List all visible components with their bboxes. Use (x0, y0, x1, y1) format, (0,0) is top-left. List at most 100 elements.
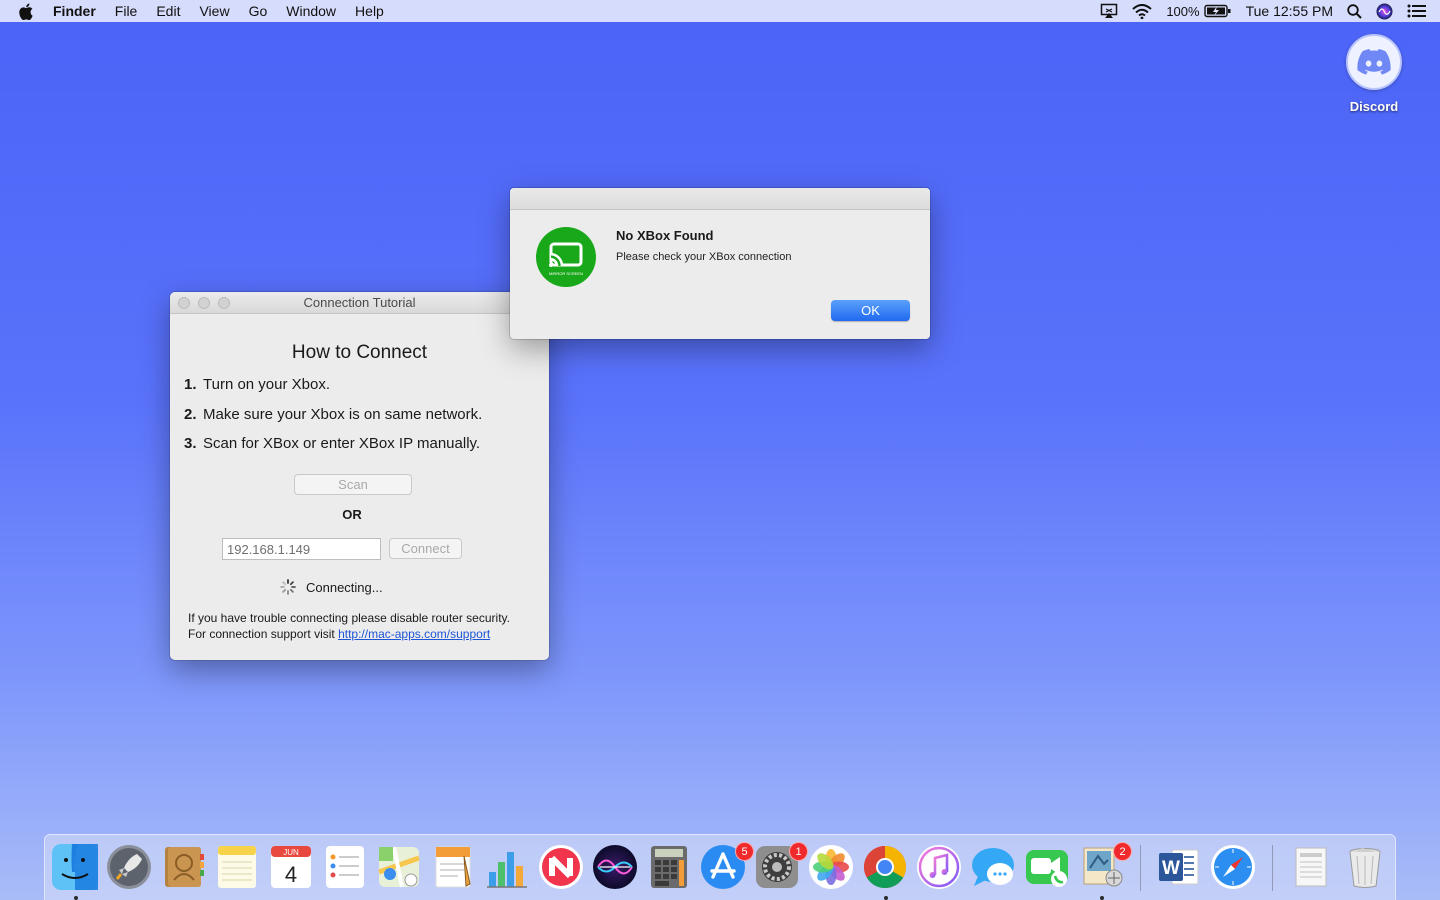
airplay-icon[interactable] (1100, 3, 1118, 19)
finder-icon (52, 844, 98, 890)
notification-badge: 5 (735, 842, 754, 861)
dock-numbers[interactable] (484, 844, 532, 892)
music-icon (916, 844, 962, 890)
help-line-1: If you have trouble connecting please di… (188, 611, 510, 625)
launchpad-icon (106, 844, 152, 890)
calculator-icon (646, 844, 692, 890)
dock-contacts[interactable] (160, 844, 208, 892)
status-text: Connecting... (306, 579, 383, 595)
dock-finder[interactable] (52, 844, 100, 900)
window-controls (178, 297, 238, 309)
dock-messages[interactable] (970, 844, 1018, 892)
menu-bar: Finder File Edit View Go Window Help 100… (0, 0, 1440, 22)
desktop-icon-discord[interactable]: Discord (1338, 34, 1410, 114)
menu-window[interactable]: Window (286, 3, 336, 19)
ip-address-input[interactable]: 192.168.1.149 (222, 538, 381, 560)
dock-calendar[interactable]: JUN 4 (268, 844, 316, 892)
mirror-screen-app-icon: MIRROR SCREEN (536, 227, 596, 287)
steps-list: 1. Turn on your Xbox. 2. Make sure your … (184, 376, 549, 465)
wifi-icon[interactable] (1132, 3, 1152, 19)
siri-app-icon (592, 844, 638, 890)
running-indicator (884, 896, 888, 900)
list-item: 1. Turn on your Xbox. (184, 376, 549, 406)
menu-view[interactable]: View (199, 3, 229, 19)
step-text: Scan for XBox or enter XBox IP manually. (203, 435, 481, 452)
dock-app-store[interactable]: 5 (700, 842, 754, 892)
siri-icon[interactable] (1376, 3, 1393, 20)
trash-icon (1342, 844, 1388, 890)
menu-file[interactable]: File (115, 3, 138, 19)
news-icon (538, 844, 584, 890)
running-indicator (1100, 896, 1104, 900)
menu-finder[interactable]: Finder (53, 3, 96, 19)
discord-icon (1346, 34, 1402, 90)
chrome-icon (862, 844, 908, 890)
step-number: 1. (184, 376, 197, 393)
ok-button[interactable]: OK (831, 300, 910, 321)
menubar-clock[interactable]: Tue 12:55 PM (1246, 3, 1333, 19)
dock-pages[interactable] (430, 844, 478, 892)
help-line-2: For connection support visit http://mac-… (188, 626, 510, 642)
dock-word[interactable]: W (1156, 844, 1204, 892)
help-text: If you have trouble connecting please di… (188, 610, 510, 642)
dock-trash[interactable] (1342, 844, 1390, 892)
menu-edit[interactable]: Edit (156, 3, 180, 19)
zoom-button[interactable] (218, 297, 230, 309)
battery-percentage: 100% (1166, 3, 1200, 19)
dock-system-preferences[interactable]: 1 (754, 842, 808, 892)
contacts-icon (160, 844, 206, 890)
notification-center-icon[interactable] (1407, 4, 1426, 18)
reminders-icon (322, 844, 368, 890)
alert-title: No XBox Found (616, 228, 714, 243)
spinner-icon (280, 579, 296, 595)
dock-maps[interactable] (376, 844, 424, 892)
dock-news[interactable] (538, 844, 586, 892)
messages-icon (970, 844, 1016, 890)
apple-menu-icon[interactable] (19, 3, 37, 20)
notes-icon (214, 844, 260, 890)
calendar-day: 4 (285, 862, 297, 887)
notification-badge: 2 (1113, 842, 1132, 861)
dock-safari[interactable] (1210, 844, 1258, 892)
dock-separator (1272, 845, 1273, 891)
or-separator: OR (342, 507, 362, 522)
photos-icon (808, 844, 854, 890)
step-text: Turn on your Xbox. (203, 376, 331, 393)
window-titlebar[interactable]: Connection Tutorial (170, 292, 549, 314)
dock-chrome[interactable] (862, 844, 910, 900)
numbers-icon (484, 844, 530, 890)
desktop-icon-label: Discord (1349, 99, 1399, 114)
connection-status: Connecting... (280, 579, 383, 595)
app-icon-caption: MIRROR SCREEN (549, 271, 583, 276)
support-link[interactable]: http://mac-apps.com/support (338, 627, 490, 641)
dock-mail[interactable]: 2 (1078, 842, 1132, 900)
step-text: Make sure your Xbox is on same network. (203, 405, 483, 423)
dock-notes[interactable] (214, 844, 262, 892)
dock-calculator[interactable] (646, 844, 694, 892)
close-button[interactable] (178, 297, 190, 309)
maps-icon (376, 844, 422, 890)
dock: JUN 4 5 1 2 W (44, 834, 1396, 900)
menu-help[interactable]: Help (355, 3, 384, 19)
spotlight-icon[interactable] (1347, 3, 1362, 19)
battery-icon[interactable] (1203, 4, 1232, 18)
minimize-button[interactable] (198, 297, 210, 309)
dock-reminders[interactable] (322, 844, 370, 892)
dock-itunes[interactable] (916, 844, 964, 892)
dock-documents-stack[interactable] (1288, 844, 1336, 892)
dock-siri[interactable] (592, 844, 640, 892)
safari-icon (1210, 844, 1256, 890)
dock-facetime[interactable] (1024, 844, 1072, 892)
calendar-month: JUN (283, 848, 299, 857)
dock-photos[interactable] (808, 844, 856, 892)
tutorial-heading: How to Connect (291, 342, 428, 363)
help-prefix: For connection support visit (188, 627, 339, 641)
scan-button[interactable]: Scan (294, 474, 412, 495)
list-item: 3. Scan for XBox or enter XBox IP manual… (184, 435, 549, 465)
connect-button[interactable]: Connect (389, 538, 462, 559)
menu-go[interactable]: Go (249, 3, 268, 19)
calendar-icon: JUN 4 (268, 844, 314, 890)
dock-launchpad[interactable] (106, 844, 154, 892)
notification-badge: 1 (789, 842, 808, 861)
facetime-icon (1024, 844, 1070, 890)
